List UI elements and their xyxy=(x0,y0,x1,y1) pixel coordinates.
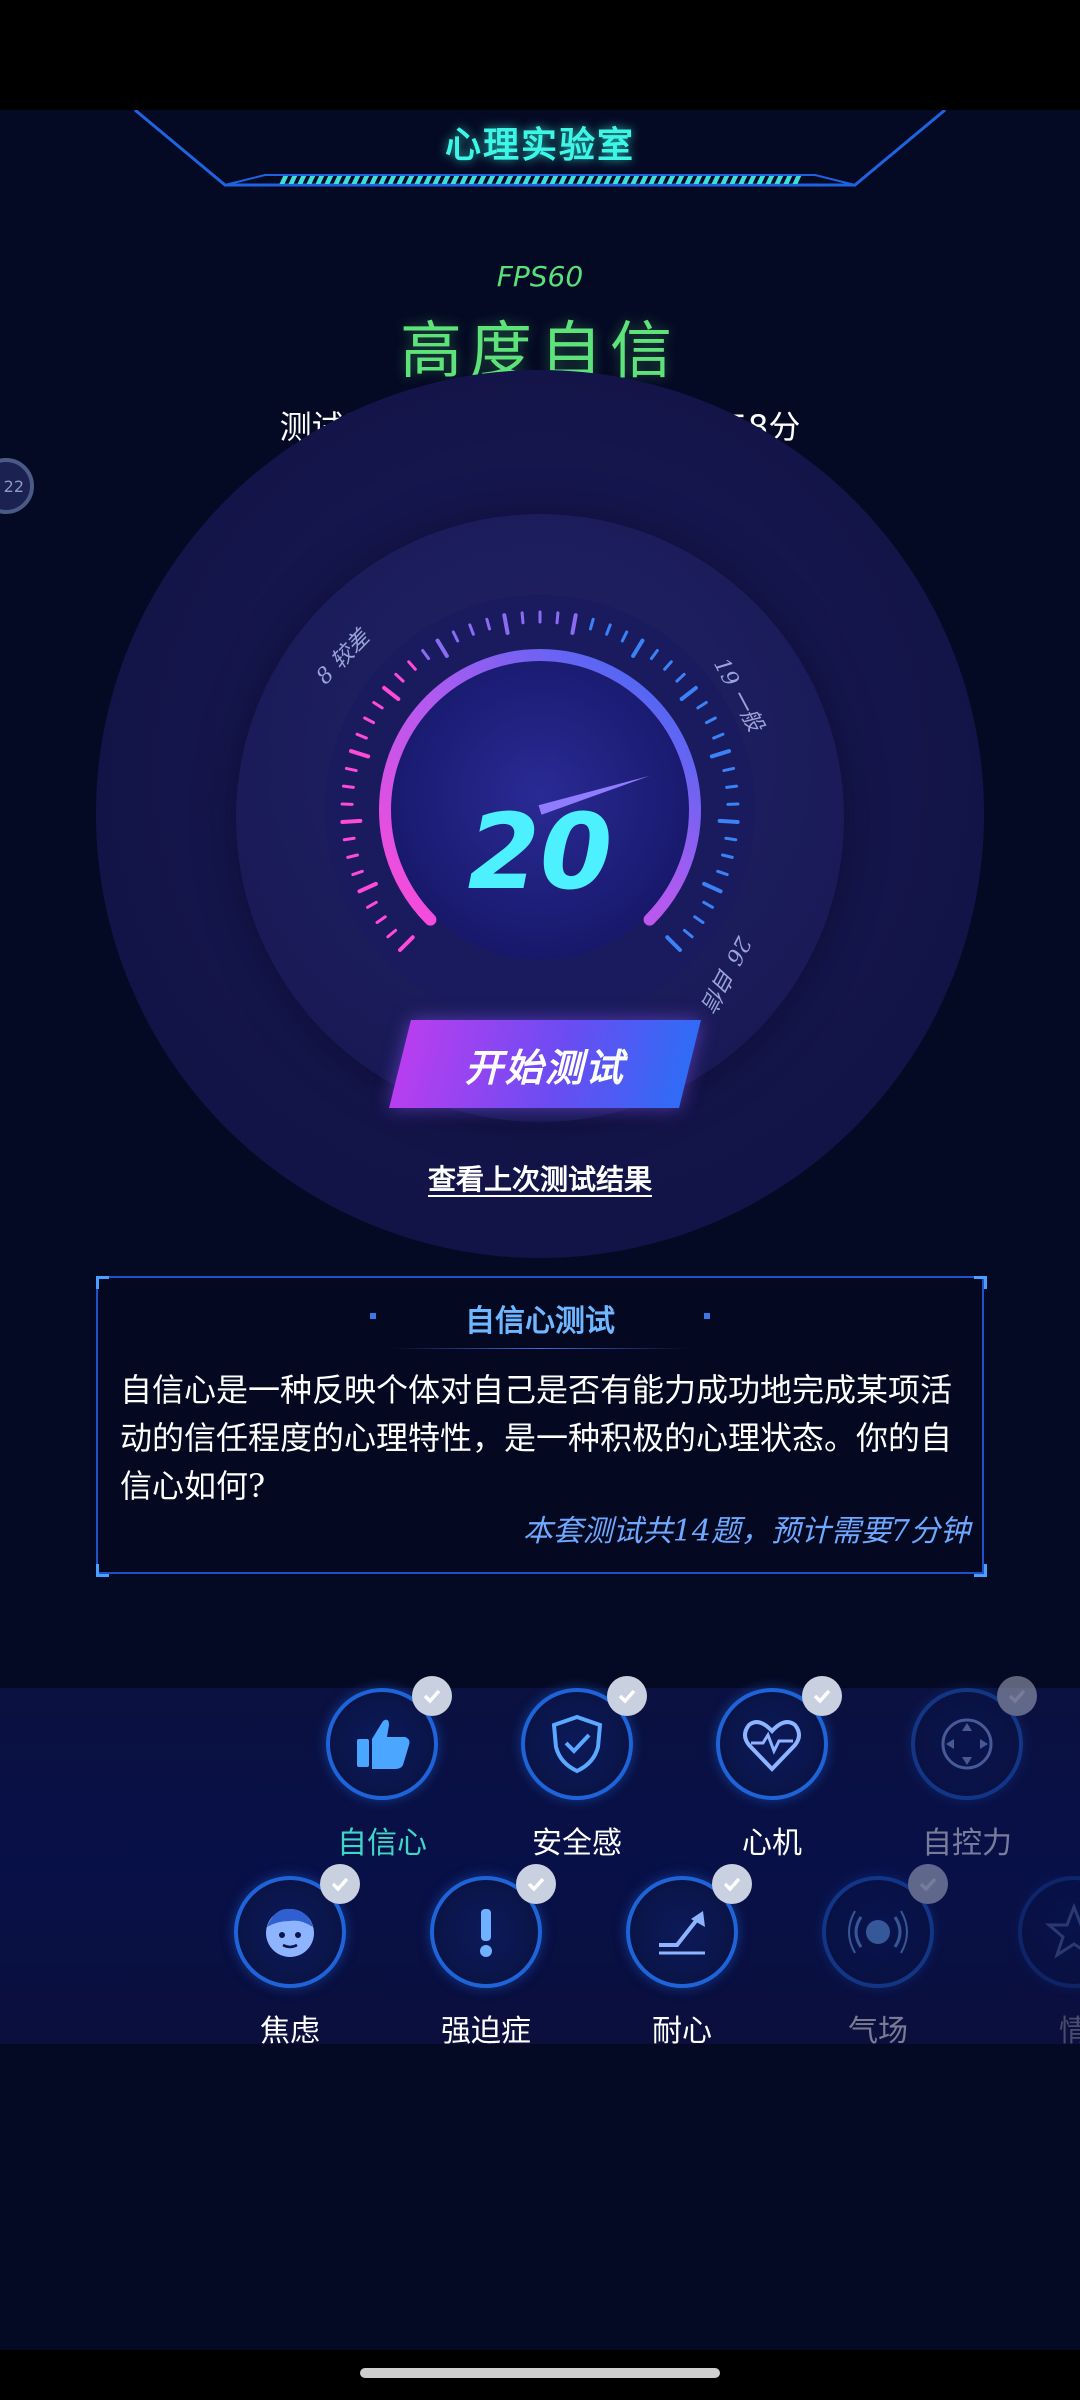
description-title: 自信心测试 xyxy=(465,1304,615,1339)
completed-check-icon xyxy=(516,1864,556,1904)
description-text: 自信心是一种反映个体对自己是否有能力成功地完成某项活动的信任程度的心理特性，是一… xyxy=(120,1371,953,1505)
test-item-aura[interactable]: 气场 xyxy=(800,1864,950,2049)
gauge-tick xyxy=(555,611,560,625)
completed-check-icon xyxy=(712,1864,752,1904)
status-bar xyxy=(0,0,1080,110)
test-icon-ring xyxy=(1018,1876,1080,1988)
start-test-button[interactable]: 开始测试 xyxy=(389,1020,701,1108)
completed-check-icon xyxy=(997,1676,1037,1716)
shield-check-icon xyxy=(551,1714,603,1774)
test-item-patience[interactable]: 耐心 xyxy=(604,1864,754,2049)
corner-decoration xyxy=(974,1276,987,1289)
exclamation-icon xyxy=(480,1909,492,1957)
corner-decoration xyxy=(974,1564,987,1577)
gauge-tick xyxy=(717,818,740,824)
growth-arrow-icon xyxy=(659,1911,705,1955)
test-item-ocd[interactable]: 强迫症 xyxy=(408,1864,558,2049)
star-icon xyxy=(1044,1902,1080,1959)
start-test-label: 开始测试 xyxy=(464,1045,625,1090)
test-label: 安全感 xyxy=(532,1826,622,1861)
test-item-security[interactable]: 安全感 xyxy=(499,1676,649,1861)
test-label: 气场 xyxy=(848,2014,908,2049)
corner-decoration xyxy=(96,1276,109,1289)
completed-check-icon xyxy=(412,1676,452,1716)
description-note: 本套测试共14题，预计需要7分钟 xyxy=(522,1514,970,1549)
test-label: 自控力 xyxy=(922,1826,1012,1861)
thumbs-up-icon xyxy=(357,1719,410,1769)
aura-icon xyxy=(848,1910,908,1954)
score-value: 20 xyxy=(468,791,613,913)
test-label: 自信心 xyxy=(337,1826,427,1861)
gauge-tick xyxy=(344,766,358,773)
test-item-self-control[interactable]: 自控力 xyxy=(889,1676,1039,1861)
heart-pulse-icon xyxy=(743,1720,801,1772)
test-item-emotion[interactable]: 情 xyxy=(996,1876,1080,2046)
test-label: 心机 xyxy=(742,1826,802,1861)
test-label: 强迫症 xyxy=(441,2014,531,2049)
home-indicator[interactable] xyxy=(360,2368,720,2378)
gauge-tick xyxy=(341,784,355,789)
completed-check-icon xyxy=(802,1676,842,1716)
test-label: 焦虑 xyxy=(260,2014,320,2049)
gauge-tick xyxy=(724,836,738,842)
fps-counter: FPS60 xyxy=(496,260,584,293)
test-item-confidence[interactable]: 自信心 xyxy=(304,1676,454,1861)
gauge-tick xyxy=(725,784,739,789)
completed-check-icon xyxy=(908,1864,948,1904)
gauge-label: 8 较差 xyxy=(312,624,377,690)
test-item-anxiety[interactable]: 焦虑 xyxy=(212,1864,362,2049)
completed-check-icon xyxy=(607,1676,647,1716)
description-divider xyxy=(390,1348,690,1349)
gauge-tick xyxy=(722,766,736,773)
completed-check-icon xyxy=(320,1864,360,1904)
corner-decoration xyxy=(96,1564,109,1577)
gauge-tick xyxy=(342,836,356,842)
app-title: 心理实验室 xyxy=(444,125,635,166)
view-last-result-link[interactable]: 查看上次测试结果 xyxy=(0,1158,1080,1198)
direction-pad-icon xyxy=(941,1718,993,1770)
test-item-scheming[interactable]: 心机 xyxy=(694,1676,844,1861)
gauge-tick xyxy=(340,818,363,824)
test-label: 情 xyxy=(1059,2014,1080,2046)
face-icon xyxy=(266,1908,314,1957)
floating-side-bubble[interactable]: 22 xyxy=(0,458,34,514)
test-label: 耐心 xyxy=(652,2014,712,2049)
score-gauge: 20 8 较差 19 一般26 自信 xyxy=(312,595,769,1025)
gauge-tick xyxy=(520,611,525,625)
